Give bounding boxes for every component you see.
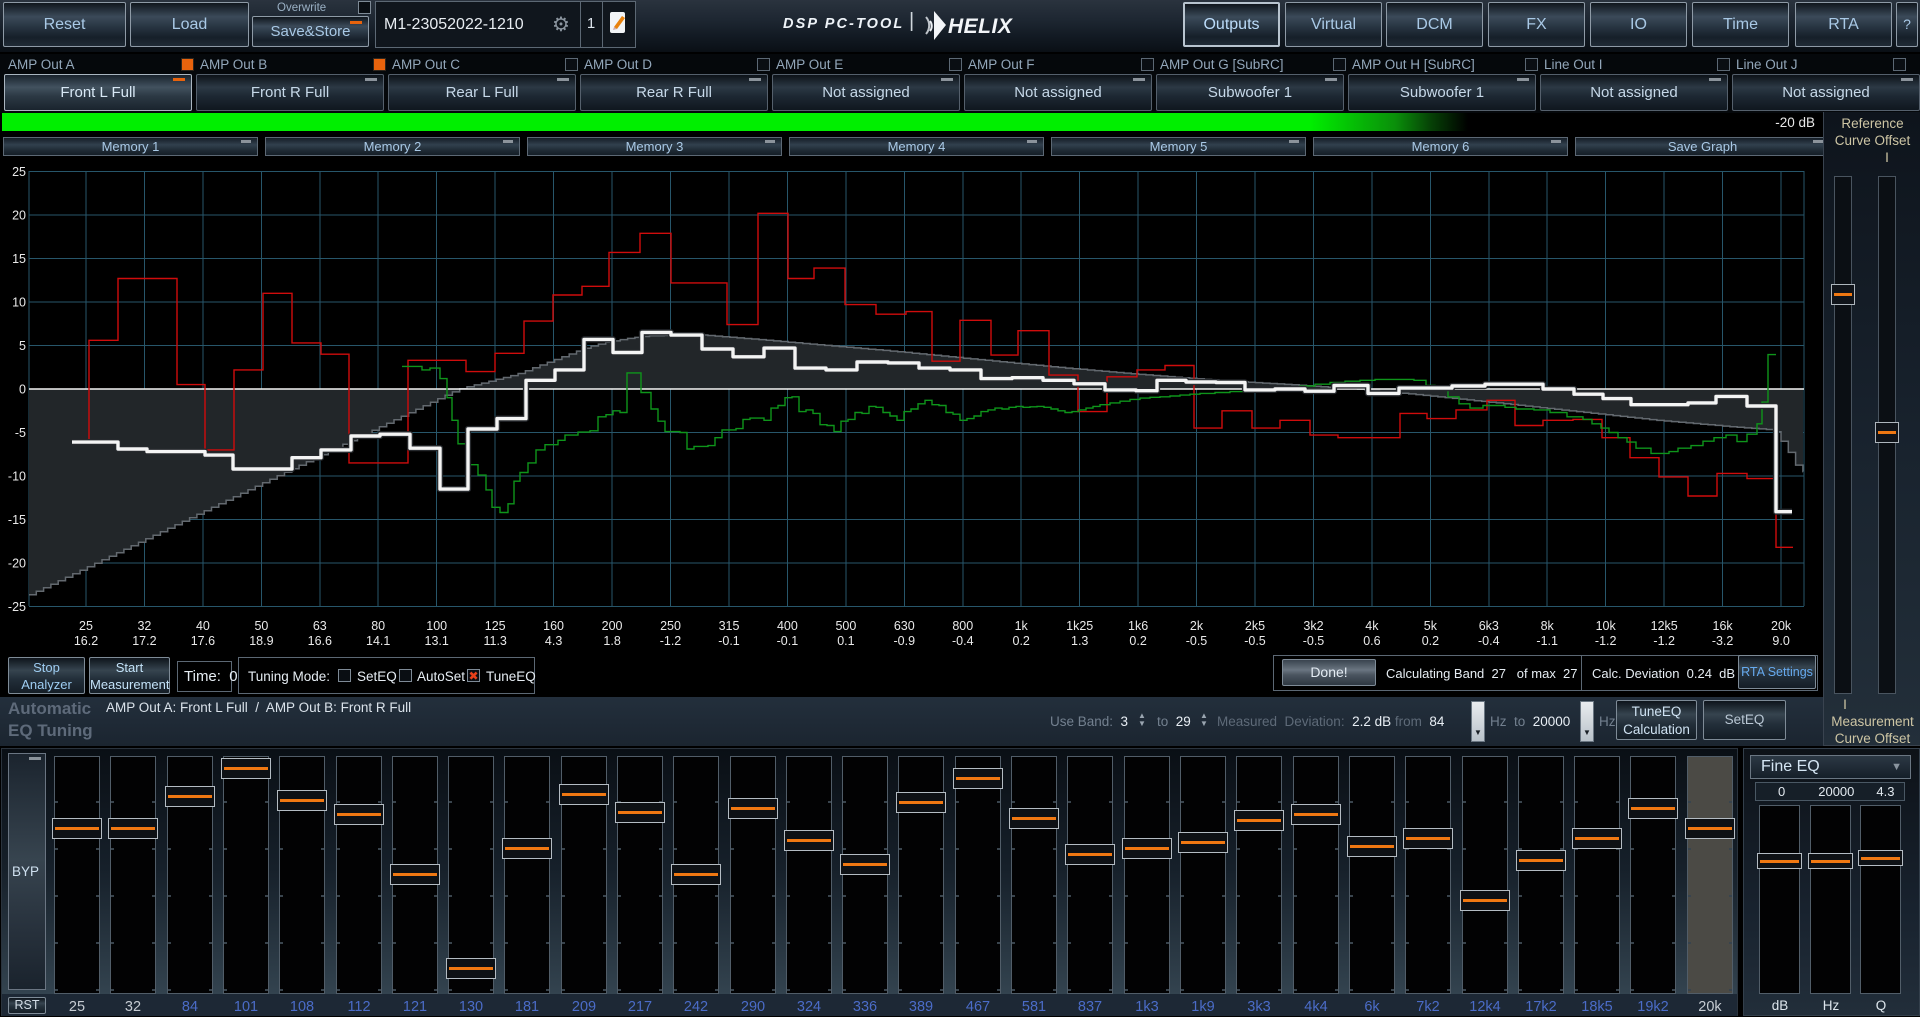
- svg-text:0.2: 0.2: [1013, 634, 1030, 648]
- svg-text:50: 50: [254, 619, 268, 633]
- svg-text:63: 63: [313, 619, 327, 633]
- svg-text:-1.2: -1.2: [1595, 634, 1617, 648]
- svg-text:9.0: 9.0: [1772, 634, 1789, 648]
- svg-text:-10: -10: [8, 470, 26, 484]
- svg-text:13.1: 13.1: [425, 634, 449, 648]
- svg-text:-0.5: -0.5: [1186, 634, 1208, 648]
- svg-text:2k: 2k: [1190, 619, 1204, 633]
- svg-text:160: 160: [543, 619, 564, 633]
- svg-text:-3.2: -3.2: [1712, 634, 1734, 648]
- svg-text:40: 40: [196, 619, 210, 633]
- svg-text:16k: 16k: [1713, 619, 1734, 633]
- svg-text:14.1: 14.1: [366, 634, 390, 648]
- svg-text:0: 0: [19, 383, 26, 397]
- svg-text:-0.4: -0.4: [952, 634, 974, 648]
- svg-text:1.3: 1.3: [1071, 634, 1088, 648]
- svg-text:0.2: 0.2: [1129, 634, 1146, 648]
- svg-text:4k: 4k: [1365, 619, 1379, 633]
- svg-text:400: 400: [777, 619, 798, 633]
- svg-text:630: 630: [894, 619, 915, 633]
- svg-text:5: 5: [19, 339, 26, 353]
- svg-text:-1.2: -1.2: [1653, 634, 1675, 648]
- svg-text:-0.5: -0.5: [1244, 634, 1266, 648]
- svg-text:-15: -15: [8, 513, 26, 527]
- svg-text:10k: 10k: [1596, 619, 1617, 633]
- svg-text:17.6: 17.6: [191, 634, 215, 648]
- svg-text:250: 250: [660, 619, 681, 633]
- svg-text:500: 500: [835, 619, 856, 633]
- svg-text:80: 80: [371, 619, 385, 633]
- svg-text:8k: 8k: [1541, 619, 1555, 633]
- svg-text:-5: -5: [15, 426, 26, 440]
- svg-text:11.3: 11.3: [483, 634, 506, 648]
- svg-text:-20: -20: [8, 557, 26, 571]
- svg-text:10: 10: [12, 296, 26, 310]
- svg-text:15: 15: [12, 252, 26, 266]
- svg-text:125: 125: [485, 619, 506, 633]
- svg-text:315: 315: [719, 619, 740, 633]
- svg-text:5k: 5k: [1424, 619, 1438, 633]
- svg-text:100: 100: [426, 619, 447, 633]
- svg-text:-25: -25: [8, 600, 26, 614]
- svg-text:16.6: 16.6: [308, 634, 332, 648]
- svg-text:-0.9: -0.9: [894, 634, 916, 648]
- svg-text:3k2: 3k2: [1303, 619, 1323, 633]
- svg-text:200: 200: [602, 619, 623, 633]
- svg-text:-0.4: -0.4: [1478, 634, 1500, 648]
- svg-text:-0.5: -0.5: [1303, 634, 1325, 648]
- svg-text:4.3: 4.3: [545, 634, 562, 648]
- svg-text:1k: 1k: [1015, 619, 1029, 633]
- svg-text:20k: 20k: [1771, 619, 1792, 633]
- svg-text:2k5: 2k5: [1245, 619, 1265, 633]
- svg-text:12k5: 12k5: [1651, 619, 1678, 633]
- svg-text:25: 25: [12, 165, 26, 179]
- svg-text:-1.2: -1.2: [660, 634, 682, 648]
- svg-text:-1.1: -1.1: [1536, 634, 1558, 648]
- svg-text:0.1: 0.1: [837, 634, 854, 648]
- svg-text:-0.1: -0.1: [718, 634, 740, 648]
- svg-text:0.6: 0.6: [1363, 634, 1380, 648]
- svg-text:16.2: 16.2: [74, 634, 98, 648]
- svg-text:-0.1: -0.1: [777, 634, 799, 648]
- svg-text:6k3: 6k3: [1479, 619, 1499, 633]
- svg-text:800: 800: [952, 619, 973, 633]
- svg-text:17.2: 17.2: [132, 634, 156, 648]
- svg-text:25: 25: [79, 619, 93, 633]
- svg-text:1.8: 1.8: [603, 634, 620, 648]
- svg-text:0.2: 0.2: [1422, 634, 1439, 648]
- svg-text:1k6: 1k6: [1128, 619, 1148, 633]
- svg-text:18.9: 18.9: [249, 634, 273, 648]
- svg-text:20: 20: [12, 209, 26, 223]
- svg-text:32: 32: [137, 619, 151, 633]
- svg-text:1k25: 1k25: [1066, 619, 1093, 633]
